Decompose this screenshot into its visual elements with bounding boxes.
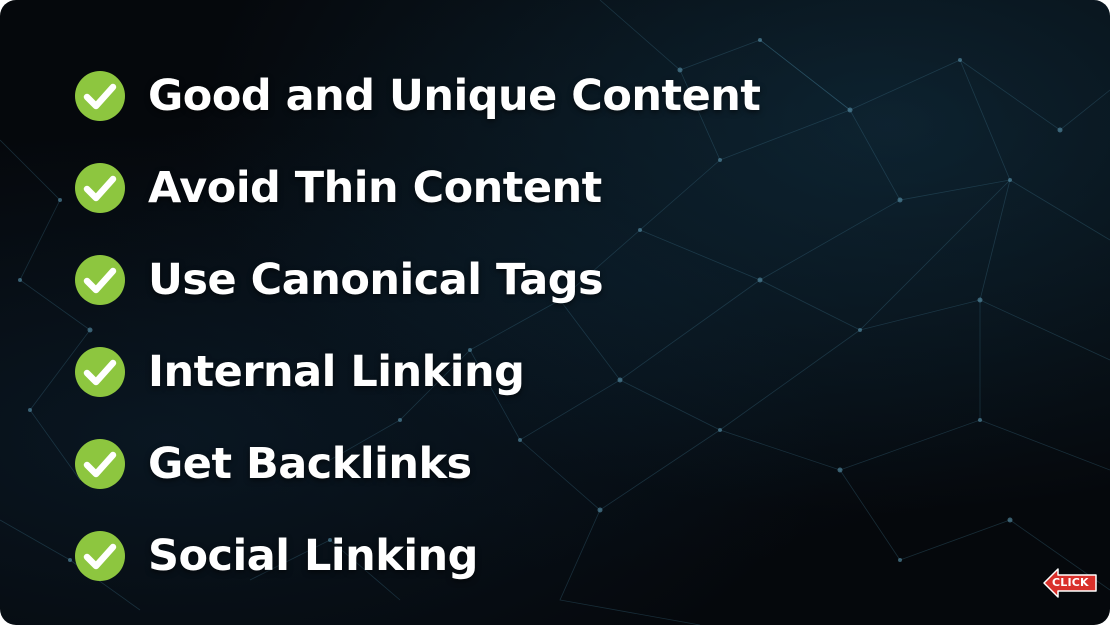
list-item: Get Backlinks bbox=[74, 418, 760, 510]
check-circle-icon bbox=[75, 531, 125, 581]
check-circle-icon bbox=[75, 163, 125, 213]
list-item: Good and Unique Content bbox=[74, 50, 761, 142]
list-item: Internal Linking bbox=[74, 326, 760, 418]
checklist-item-label: Use Canonical Tags bbox=[148, 255, 604, 305]
click-button-label[interactable]: CLICK bbox=[1052, 576, 1089, 589]
check-circle-icon bbox=[75, 255, 125, 305]
check-circle-icon bbox=[75, 439, 125, 489]
checklist-item-label: Avoid Thin Content bbox=[148, 163, 602, 213]
check-circle-icon bbox=[75, 347, 125, 397]
list-item: Use Canonical Tags bbox=[74, 234, 760, 326]
list-item: Avoid Thin Content bbox=[74, 142, 760, 234]
checklist-item-label: Get Backlinks bbox=[148, 439, 472, 489]
checklist-item-label: Internal Linking bbox=[148, 347, 525, 397]
checklist-item-label: Social Linking bbox=[148, 531, 478, 581]
checklist: Good and Unique Content Avoid Thin Conte… bbox=[74, 50, 761, 602]
slide: Good and Unique Content Avoid Thin Conte… bbox=[0, 0, 1110, 625]
list-item: Social Linking bbox=[74, 510, 760, 602]
checklist-item-label: Good and Unique Content bbox=[148, 71, 761, 121]
check-circle-icon bbox=[75, 71, 125, 121]
